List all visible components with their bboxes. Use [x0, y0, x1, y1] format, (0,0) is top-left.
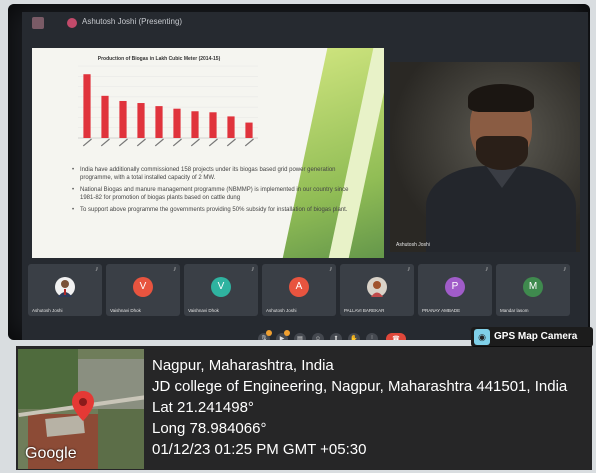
present-button[interactable]: ⬆ — [330, 333, 342, 340]
person-photo-icon — [371, 281, 383, 297]
raise-hand-button[interactable]: ✋ — [348, 333, 360, 340]
video-name-label: Ashutosh Joshi — [396, 242, 430, 248]
monitor-frame: Ashutosh Joshi (Presenting) Production o… — [8, 4, 590, 340]
app-icon — [32, 17, 44, 29]
participant-strip: ⫽ Ashutosh Joshi V ⫽ Vaishnavi Dhok V ⫽ … — [28, 264, 584, 320]
participant-name: Vaishnavi Dhok — [110, 308, 141, 313]
mic-off-icon: ⫽ — [407, 267, 410, 273]
chart-category-label — [172, 138, 182, 147]
mic-off-icon: ⫽ — [563, 267, 566, 273]
gps-camera-label: GPS Map Camera — [494, 331, 578, 342]
mic-off-icon: ⫽ — [251, 267, 254, 273]
chart-category-label — [226, 138, 236, 147]
chart-svg — [78, 65, 258, 147]
gps-longitude: Long 78.984066° — [152, 420, 267, 437]
chart-category-label — [154, 138, 164, 147]
slide-bullets: India have additionally commissioned 158… — [72, 166, 352, 218]
mic-off-icon: ⫽ — [173, 267, 176, 273]
meeting-topbar: Ashutosh Joshi (Presenting) — [22, 12, 588, 34]
participant-photo — [55, 277, 75, 297]
video-person-hair — [468, 84, 534, 112]
emoji-button[interactable]: ☺ — [312, 333, 324, 340]
chart-bar — [155, 106, 163, 138]
leave-call-button[interactable]: ☎ — [386, 333, 406, 340]
gps-info-panel: Google Nagpur, Maharashtra, India JD col… — [16, 346, 592, 470]
participant-name: Ashutosh Joshi — [266, 308, 297, 313]
participant-photo — [367, 277, 387, 297]
participant-tile[interactable]: P ⫽ PRANAY AMBADE — [418, 264, 492, 316]
participant-avatar: V — [133, 277, 153, 297]
participant-name: PRANAY AMBADE — [422, 308, 461, 313]
chart-bar — [83, 74, 91, 138]
chart-bar — [227, 116, 235, 138]
chart-bar — [119, 100, 127, 138]
participant-tile[interactable]: ⫽ Ashutosh Joshi — [28, 264, 102, 316]
gps-latitude: Lat 21.241498° — [152, 399, 254, 416]
participant-name: Vaishnavi Dhok — [188, 308, 219, 313]
participant-tile[interactable]: V ⫽ Vaishnavi Dhok — [106, 264, 180, 316]
gps-city: Nagpur, Maharashtra, India — [152, 357, 334, 374]
slide-bullet: India have additionally commissioned 158… — [72, 166, 352, 182]
map-terrain — [98, 409, 144, 469]
map-pin-icon — [72, 391, 94, 421]
map-terrain — [18, 349, 78, 409]
gps-details: Nagpur, Maharashtra, India JD college of… — [152, 355, 567, 460]
chart-bar — [173, 108, 181, 138]
presenter-video[interactable]: Ashutosh Joshi — [390, 62, 580, 252]
participant-tile[interactable]: M ⫽ Mandar lasom — [496, 264, 570, 316]
participant-tile[interactable]: A ⫽ Ashutosh Joshi — [262, 264, 336, 316]
chart-category-label — [136, 138, 146, 147]
mic-off-icon: ⫽ — [329, 267, 332, 273]
chart-bar — [209, 112, 217, 138]
captions-button[interactable]: ▤ — [294, 333, 306, 340]
shared-slide: Production of Biogas in Lakh Cubic Meter… — [32, 48, 384, 258]
satellite-map: Google — [18, 349, 144, 469]
chart-category-label — [208, 138, 218, 147]
video-person-beard — [476, 136, 528, 170]
participant-name: PALLAVI BAREKAR — [344, 308, 385, 313]
chart-bar — [101, 95, 109, 138]
participant-tile[interactable]: ⫽ PALLAVI BAREKAR — [340, 264, 414, 316]
chart-bar — [137, 103, 145, 138]
participant-tile[interactable]: V ⫽ Vaishnavi Dhok — [184, 264, 258, 316]
participant-name: Ashutosh Joshi — [32, 308, 63, 313]
more-options-button[interactable]: ⋮ — [366, 333, 378, 340]
gps-datetime: 01/12/23 01:25 PM GMT +05:30 — [152, 441, 367, 458]
presenter-title: Ashutosh Joshi (Presenting) — [82, 17, 183, 26]
chart-title: Production of Biogas in Lakh Cubic Meter… — [97, 56, 221, 62]
chart-category-label — [190, 138, 200, 147]
gps-camera-badge: ◉ GPS Map Camera — [471, 327, 593, 347]
participant-avatar: V — [211, 277, 231, 297]
chart-bar — [245, 122, 253, 138]
chart-category-label — [82, 138, 92, 147]
chart-category-label — [100, 138, 110, 147]
participant-avatar: M — [523, 277, 543, 297]
mic-off-icon: ⫽ — [485, 267, 488, 273]
participant-name: Mandar lasom — [500, 308, 529, 313]
participant-avatar: P — [445, 277, 465, 297]
gps-address: JD college of Engineering, Nagpur, Mahar… — [152, 378, 568, 395]
meeting-screen: Ashutosh Joshi (Presenting) Production o… — [22, 12, 588, 340]
camera-warning-badge — [284, 330, 290, 336]
participant-avatar: A — [289, 277, 309, 297]
chart-category-label — [118, 138, 128, 147]
gps-camera-icon: ◉ — [474, 329, 490, 345]
presenter-avatar — [67, 18, 77, 28]
biogas-chart: Production of Biogas in Lakh Cubic Meter… — [46, 52, 272, 162]
person-photo-icon — [58, 280, 72, 297]
mic-off-icon: ⫽ — [95, 267, 98, 273]
slide-bullet: National Biogas and manure management pr… — [72, 186, 352, 202]
slide-bullet: To support above programme the governmen… — [72, 206, 352, 214]
chart-bar — [191, 111, 199, 138]
mic-warning-badge — [266, 330, 272, 336]
chart-category-label — [244, 138, 254, 147]
google-logo: Google — [25, 445, 77, 462]
